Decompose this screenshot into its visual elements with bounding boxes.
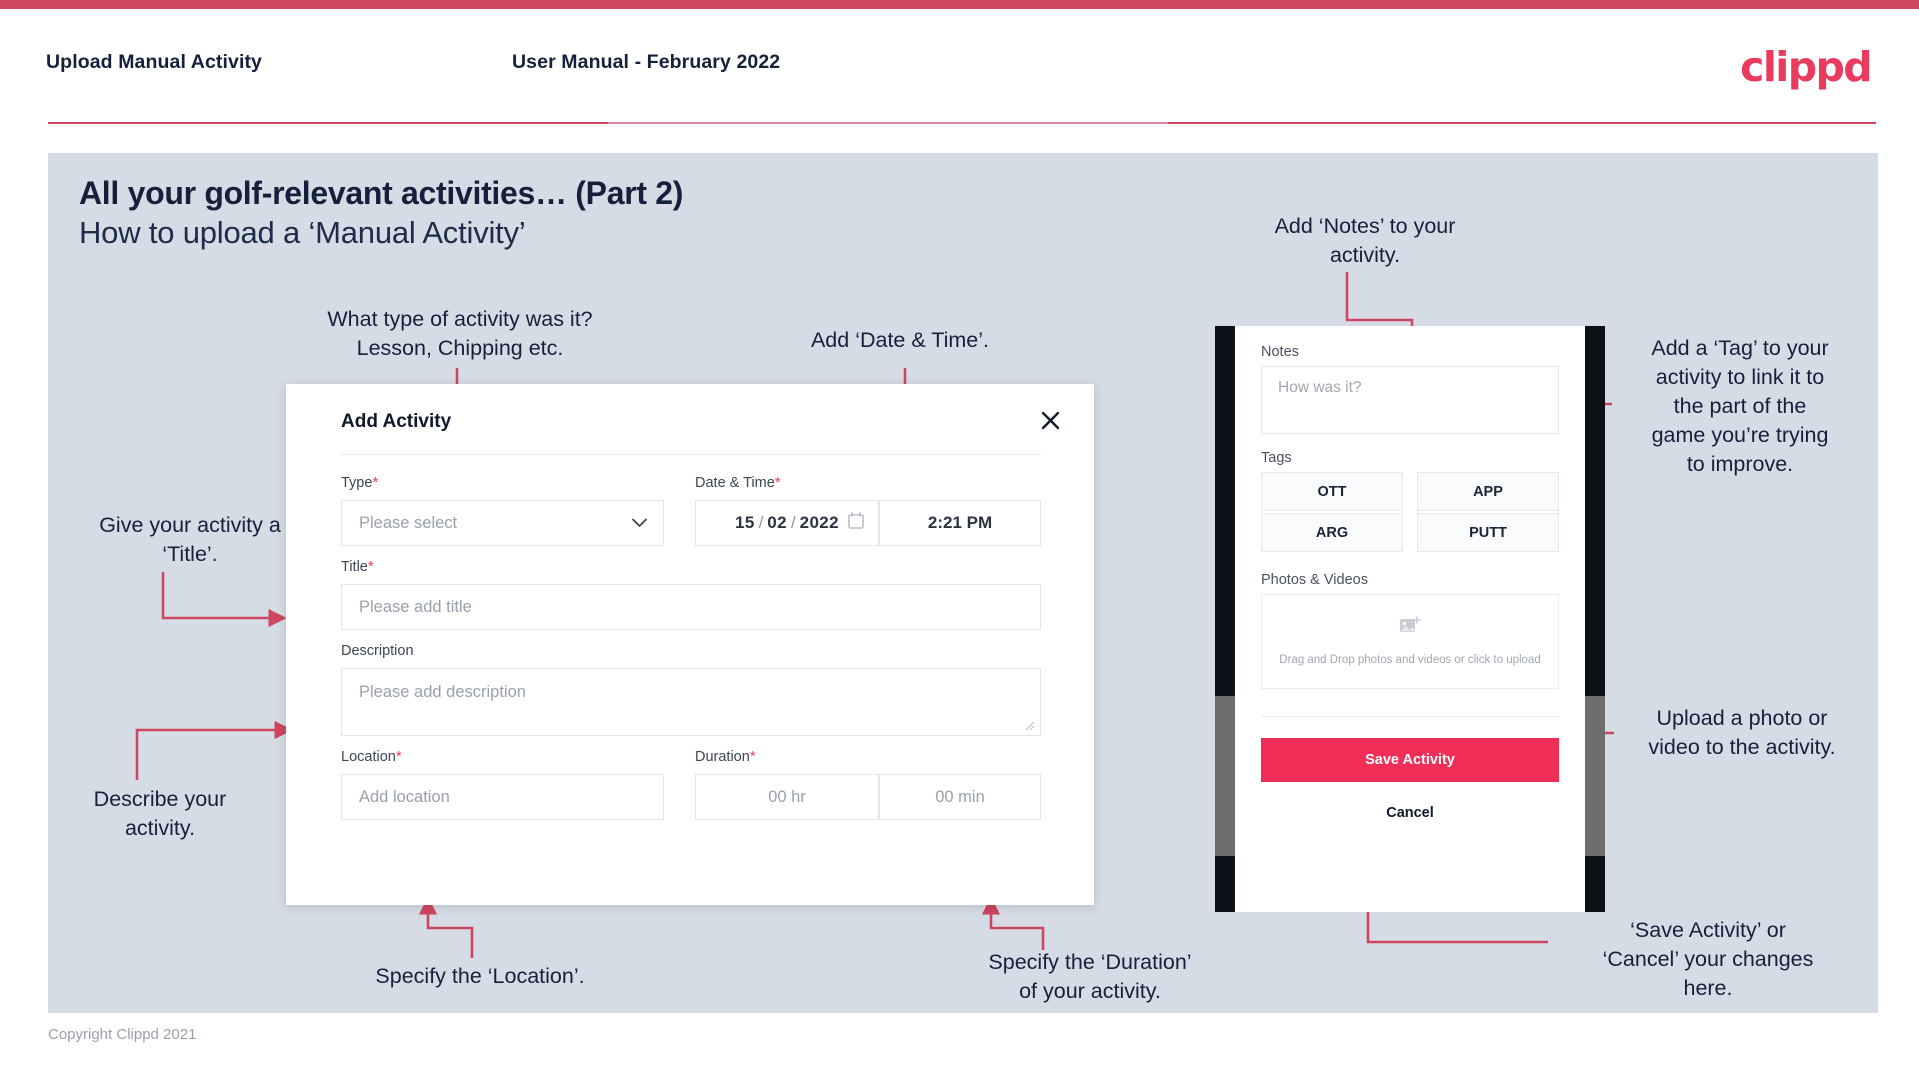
type-required-star: * [372,474,379,491]
notes-textarea[interactable]: How was it? [1261,366,1559,434]
type-placeholder: Please select [359,513,458,532]
location-placeholder: Add location [359,787,450,806]
title-label: Title* [341,558,374,575]
location-label: Location* [341,748,402,765]
close-icon-glyph [1041,411,1059,429]
tag-button-app[interactable]: APP [1417,472,1559,511]
annotation-location: Specify the ‘Location’. [375,964,585,988]
dialog-title: Add Activity [341,411,452,432]
date-sep-1: / [758,513,764,532]
resize-grip-icon[interactable] [1025,721,1037,733]
top-accent-bar [0,0,1919,9]
annotation-description: Describe your activity. [93,787,227,840]
duration-required-star: * [749,748,756,765]
time-field[interactable]: 2:21 PM [879,500,1041,546]
annotation-type: What type of activity was it? Lesson, Ch… [327,307,593,360]
time-value: 2:21 PM [927,513,993,532]
duration-label: Duration* [695,748,756,765]
photo-dropzone[interactable]: Drag and Drop photos and videos or click… [1261,594,1559,689]
duration-hours-input[interactable]: 00 hr [695,774,879,820]
add-activity-dialog: Add Activity Type* Please select Date & … [286,384,1094,905]
description-label: Description [341,642,414,659]
date-year: 2022 [799,513,840,532]
phone-divider [1261,716,1559,717]
duration-minutes-input[interactable]: 00 min [879,774,1041,820]
datetime-label-text: Date & Time [695,475,775,491]
header-left-title: Upload Manual Activity [46,51,263,73]
save-activity-button[interactable]: Save Activity [1261,738,1559,782]
location-required-star: * [395,748,402,765]
duration-label-text: Duration [695,749,750,765]
calendar-icon[interactable] [848,512,864,534]
datetime-required-star: * [774,474,781,491]
tag-button-arg[interactable]: ARG [1261,513,1403,552]
description-label-text: Description [341,643,414,659]
add-photo-icon [1399,615,1421,641]
header-rule-right [1168,122,1876,124]
date-day: 15 [734,513,755,532]
annotation-save-cancel: ‘Save Activity’ or ‘Cancel’ your changes… [1602,918,1814,1000]
annotation-photos: Upload a photo or video to the activity. [1648,706,1836,759]
copyright-text: Copyright Clippd 2021 [48,1026,197,1043]
title-required-star: * [367,558,374,575]
slide-subtitle: How to upload a ‘Manual Activity’ [79,215,526,250]
phone-scroll-segment-left[interactable] [1215,696,1235,856]
photos-label: Photos & Videos [1261,572,1368,588]
slide-root: Upload Manual Activity User Manual - Feb… [0,0,1919,1079]
duration-minutes-placeholder: 00 min [935,787,985,806]
header-rule-mid [608,122,1168,124]
notes-label: Notes [1261,344,1299,360]
dropzone-text: Drag and Drop photos and videos or click… [1279,653,1541,666]
clippd-logo: clippd [1740,43,1872,91]
close-icon[interactable] [1033,403,1067,437]
date-field[interactable]: 15 / 02 / 2022 [695,500,879,546]
type-select[interactable]: Please select [341,500,664,546]
annotation-datetime: Add ‘Date & Time’. [810,328,990,352]
location-label-text: Location [341,749,396,765]
title-placeholder: Please add title [359,597,472,616]
chevron-down-icon [632,514,647,533]
tag-button-ott[interactable]: OTT [1261,472,1403,511]
slide-title: All your golf-relevant activities… (Part… [79,175,684,211]
annotation-notes: Add ‘Notes’ to your activity. [1274,214,1456,267]
annotation-tags: Add a ‘Tag’ to your activity to link it … [1651,336,1829,476]
location-input[interactable]: Add location [341,774,664,820]
phone-scroll-segment-right[interactable] [1585,696,1605,856]
cancel-button[interactable]: Cancel [1261,794,1559,832]
description-placeholder: Please add description [359,683,526,701]
phone-mockup: Notes How was it? Tags OTT APP ARG PUTT … [1215,326,1605,912]
title-label-text: Title [341,559,368,575]
page-header: Upload Manual Activity User Manual - Feb… [0,9,1919,122]
tag-button-putt[interactable]: PUTT [1417,513,1559,552]
description-textarea[interactable]: Please add description [341,668,1041,736]
notes-placeholder: How was it? [1278,379,1362,396]
title-input[interactable]: Please add title [341,584,1041,630]
type-label-text: Type [341,475,373,491]
dialog-divider [341,454,1041,455]
header-center-title: User Manual - February 2022 [512,51,781,73]
header-rule-left [48,122,608,124]
phone-screen: Notes How was it? Tags OTT APP ARG PUTT … [1235,326,1585,912]
date-month: 02 [767,513,787,532]
tags-label: Tags [1261,450,1292,466]
date-sep-2: / [791,513,796,532]
duration-hours-placeholder: 00 hr [768,787,806,806]
datetime-label: Date & Time* [695,474,781,491]
annotation-duration: Specify the ‘Duration’ of your activity. [988,950,1192,1003]
type-label: Type* [341,474,378,491]
